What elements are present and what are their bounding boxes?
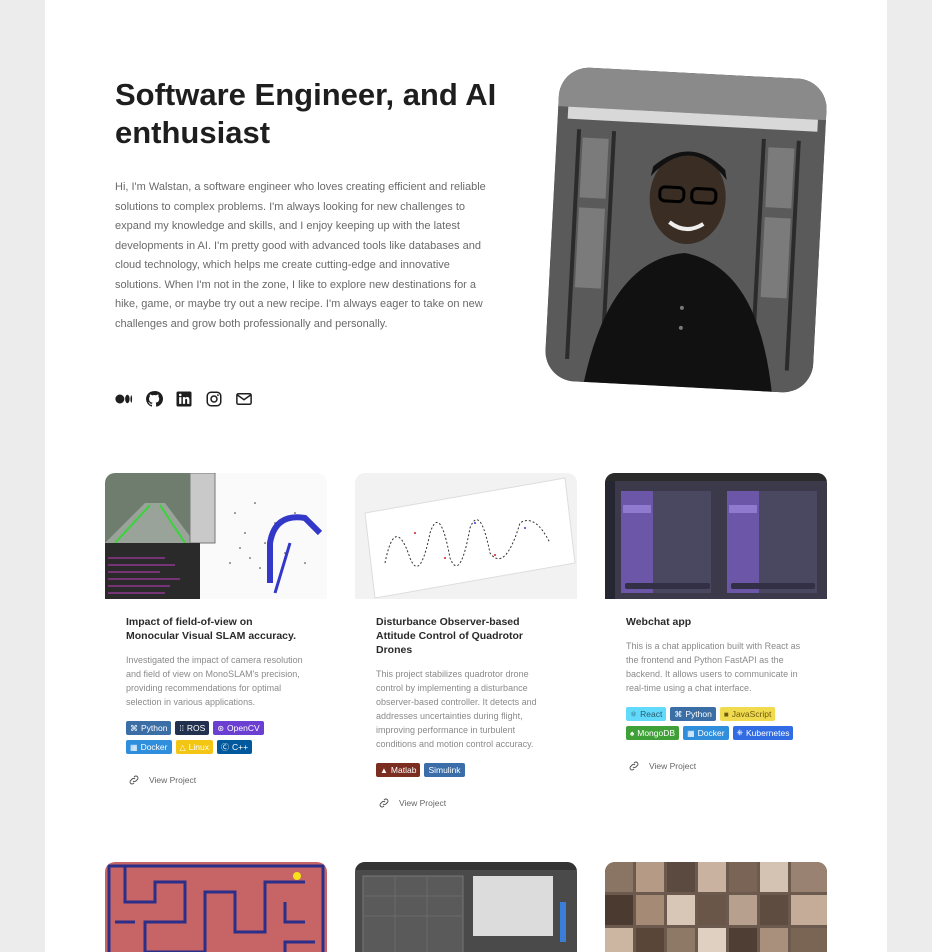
tag-cpp: Ⓒ C++ <box>216 740 253 754</box>
portrait-photo <box>543 66 829 394</box>
tech-tags: ▲ Matlab Simulink <box>376 763 556 777</box>
hero-bio: Hi, I'm Walstan, a software engineer who… <box>115 181 486 330</box>
tag-opencv: ⊛ OpenCV <box>213 721 264 735</box>
tag-ros: ⁞⁞ ROS <box>175 721 210 735</box>
github-icon[interactable] <box>145 390 163 408</box>
python-icon: ⌘ <box>130 723 138 733</box>
matlab-icon: ▲ <box>380 765 388 775</box>
view-project-link[interactable]: View Project <box>378 797 556 809</box>
kubernetes-icon: ⎈ <box>736 728 743 737</box>
project-card: Webchat app This is a chat application b… <box>605 473 827 772</box>
project-thumbnail[interactable] <box>105 862 327 952</box>
cpp-icon: Ⓒ <box>220 742 229 752</box>
tag-react: ⚛ React <box>626 707 667 721</box>
linkedin-icon[interactable] <box>175 390 193 408</box>
tech-tags: ⌘ Python ⁞⁞ ROS ⊛ OpenCV ▦ Docker △ Linux Ⓒ C+… <box>126 721 306 754</box>
view-project-link[interactable]: View Project <box>628 760 806 772</box>
tag-linux: △ Linux <box>175 740 213 754</box>
project-thumbnail[interactable] <box>355 862 577 952</box>
react-icon: ⚛ <box>630 709 638 719</box>
instagram-icon[interactable] <box>205 390 223 408</box>
ros-icon: ⁞⁞ <box>179 723 184 733</box>
page: Software Engineer, and AI enthusiast Hi,… <box>45 0 887 952</box>
project-title: Webchat app <box>626 616 692 628</box>
docker-icon: ▦ <box>687 728 695 738</box>
tech-tags: ⚛ React ⌘ Python ■ JavaScript ♠ MongoDB ▦ Doc… <box>626 707 806 740</box>
project-description: Investigated the impact of camera resolu… <box>126 655 303 707</box>
linux-icon: △ <box>179 742 186 752</box>
tag-simulink: Simulink <box>424 763 465 777</box>
project-description: This project stabilizes quadrotor drone … <box>376 669 537 749</box>
tag-python: ⌘ Python <box>126 721 172 735</box>
medium-icon[interactable] <box>115 390 133 408</box>
project-thumbnail[interactable] <box>105 473 327 599</box>
link-icon <box>129 775 139 785</box>
mongodb-icon: ♠ <box>630 728 635 738</box>
docker-icon: ▦ <box>130 742 138 752</box>
project-card: Disturbance Observer-based Attitude Cont… <box>355 473 577 809</box>
opencv-icon: ⊛ <box>217 723 225 733</box>
link-icon <box>629 761 639 771</box>
tag-javascript: ■ JavaScript <box>719 707 776 721</box>
project-thumbnail[interactable] <box>605 862 827 952</box>
mail-icon[interactable] <box>235 390 253 408</box>
project-thumbnail[interactable] <box>605 473 827 599</box>
tag-docker: ▦ Docker <box>126 740 172 754</box>
project-description: This is a chat application built with Re… <box>626 641 801 693</box>
project-card: Impact of field-of-view on Monocular Vis… <box>105 473 327 786</box>
tag-mongodb: ♠ MongoDB <box>626 726 680 740</box>
project-title: Impact of field-of-view on Monocular Vis… <box>126 616 296 642</box>
project-thumbnail[interactable] <box>355 473 577 599</box>
tag-kubernetes: ⎈ Kubernetes <box>732 726 794 740</box>
tag-matlab: ▲ Matlab <box>376 763 421 777</box>
project-title: Disturbance Observer-based Attitude Cont… <box>376 616 523 656</box>
link-icon <box>379 798 389 808</box>
python-icon: ⌘ <box>674 709 683 719</box>
js-icon: ■ <box>723 709 729 719</box>
hero-title: Software Engineer, and AI enthusiast <box>115 77 497 150</box>
tag-docker: ▦ Docker <box>683 726 729 740</box>
tag-python: ⌘ Python <box>670 707 716 721</box>
view-project-link[interactable]: View Project <box>128 774 306 786</box>
social-links <box>115 390 253 408</box>
